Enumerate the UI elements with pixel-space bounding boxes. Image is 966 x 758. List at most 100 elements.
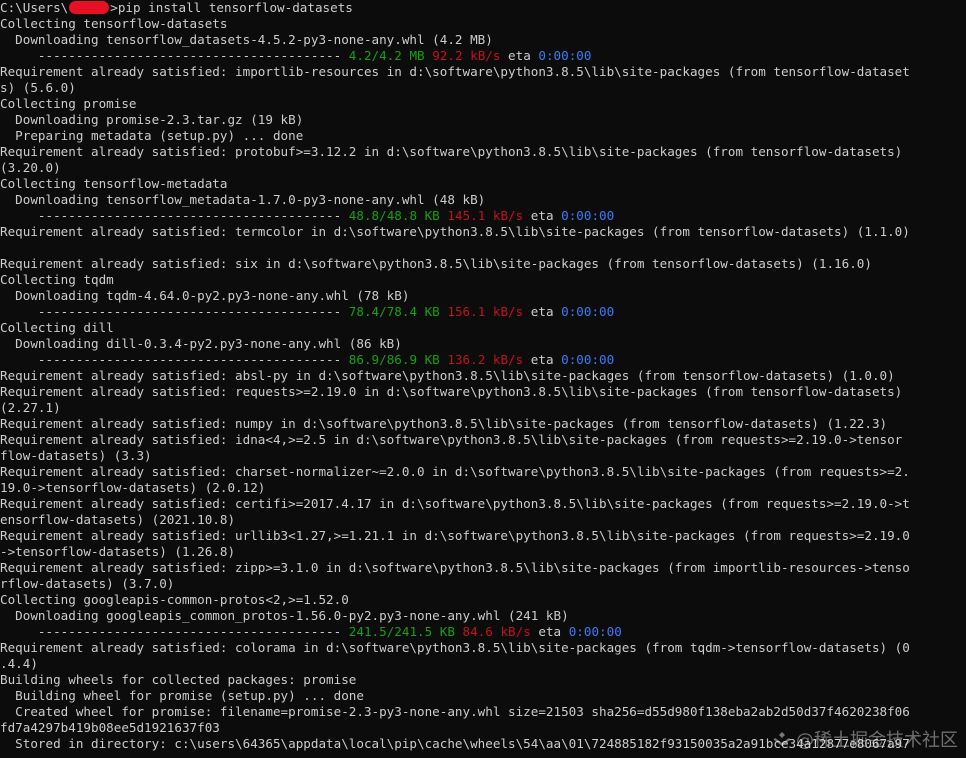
console-text: Collecting promise: [0, 96, 137, 111]
console-text: Collecting tqdm: [0, 272, 114, 287]
console-text-blue: 0:00:00: [561, 208, 615, 223]
console-text: Requirement already satisfied: requests>…: [0, 384, 903, 399]
console-text: ----------------------------------------: [0, 208, 349, 223]
console-text: eta: [530, 624, 569, 639]
terminal-window[interactable]: C:\Users\ >pip install tensorflow-dataset…: [0, 0, 966, 758]
terminal-output: C:\Users\ >pip install tensorflow-dataset…: [0, 0, 966, 752]
console-text: flow-datasets) (3.3): [0, 448, 152, 463]
console-text-red: 145.1 kB/s: [447, 208, 524, 223]
console-line: Requirement already satisfied: charset-n…: [0, 464, 966, 480]
console-text: Requirement already satisfied: certifi>=…: [0, 496, 910, 511]
console-line: Requirement already satisfied: six in d:…: [0, 256, 966, 272]
console-text: Downloading tqdm-4.64.0-py2.py3-none-any…: [0, 288, 410, 303]
console-text: Created wheel for promise: filename=prom…: [0, 704, 910, 719]
console-text: Requirement already satisfied: termcolor…: [0, 224, 910, 239]
console-text: Collecting dill: [0, 320, 114, 335]
console-text: Collecting tensorflow-datasets: [0, 16, 228, 31]
console-text: ----------------------------------------: [0, 352, 349, 367]
console-text: Downloading dill-0.3.4-py2.py3-none-any.…: [0, 336, 402, 351]
console-line: Collecting promise: [0, 96, 966, 112]
console-text: Collecting tensorflow-metadata: [0, 176, 228, 191]
console-line: fd7a4297b419b08ee5d1921637f03: [0, 720, 966, 736]
console-text: Requirement already satisfied: colorama …: [0, 640, 910, 655]
console-line: Requirement already satisfied: absl-py i…: [0, 368, 966, 384]
console-text: Collecting googleapis-common-protos<2,>=…: [0, 592, 349, 607]
console-line: (3.20.0): [0, 160, 966, 176]
console-text: s) (5.6.0): [0, 80, 76, 95]
console-line: Downloading googleapis_common_protos-1.5…: [0, 608, 966, 624]
console-line: ----------------------------------------…: [0, 624, 966, 640]
console-text: eta: [500, 48, 539, 63]
console-text: Requirement already satisfied: protobuf>…: [0, 144, 903, 159]
console-text-blue: 0:00:00: [561, 352, 615, 367]
console-text: eta: [523, 208, 562, 223]
console-line: Requirement already satisfied: colorama …: [0, 640, 966, 656]
console-line: Building wheels for collected packages: …: [0, 672, 966, 688]
console-text-red: 84.6 kB/s: [462, 624, 531, 639]
console-line: Requirement already satisfied: urllib3<1…: [0, 528, 966, 544]
console-text-green: 48.8/48.8 KB: [348, 208, 440, 223]
console-line: Collecting dill: [0, 320, 966, 336]
console-text-red: 92.2 kB/s: [432, 48, 501, 63]
console-text: (3.20.0): [0, 160, 61, 175]
redacted-username: [69, 1, 110, 14]
console-line: Requirement already satisfied: requests>…: [0, 384, 966, 400]
console-line: ----------------------------------------…: [0, 304, 966, 320]
console-line: Requirement already satisfied: numpy in …: [0, 416, 966, 432]
console-text: 19.0->tensorflow-datasets) (2.0.12): [0, 480, 266, 495]
console-text: ----------------------------------------: [0, 304, 349, 319]
console-text: Building wheels for collected packages: …: [0, 672, 357, 687]
console-line: C:\Users\ >pip install tensorflow-dataset…: [0, 0, 966, 16]
console-text: ----------------------------------------: [0, 624, 349, 639]
console-line: Building wheel for promise (setup.py) ..…: [0, 688, 966, 704]
console-text-green: 241.5/241.5 KB: [348, 624, 455, 639]
console-text: Requirement already satisfied: importlib…: [0, 64, 910, 79]
console-text: Building wheel for promise (setup.py) ..…: [0, 688, 364, 703]
console-line: 19.0->tensorflow-datasets) (2.0.12): [0, 480, 966, 496]
console-line: Requirement already satisfied: zipp>=3.1…: [0, 560, 966, 576]
console-line: Downloading dill-0.3.4-py2.py3-none-any.…: [0, 336, 966, 352]
console-line: Collecting googleapis-common-protos<2,>=…: [0, 592, 966, 608]
console-text: Downloading googleapis_common_protos-1.5…: [0, 608, 569, 623]
console-line: Collecting tqdm: [0, 272, 966, 288]
console-text: ensorflow-datasets) (2021.10.8): [0, 512, 236, 527]
console-line: Downloading tensorflow_datasets-4.5.2-py…: [0, 32, 966, 48]
console-line: Created wheel for promise: filename=prom…: [0, 704, 966, 720]
console-line: ensorflow-datasets) (2021.10.8): [0, 512, 966, 528]
console-text: Requirement already satisfied: charset-n…: [0, 464, 910, 479]
console-text-green: 4.2/4.2 MB: [348, 48, 425, 63]
console-text: .4.4): [0, 656, 38, 671]
console-line: Preparing metadata (setup.py) ... done: [0, 128, 966, 144]
console-line: (2.27.1): [0, 400, 966, 416]
console-text: Downloading promise-2.3.tar.gz (19 kB): [0, 112, 304, 127]
console-text: fd7a4297b419b08ee5d1921637f03: [0, 720, 220, 735]
console-line: ----------------------------------------…: [0, 208, 966, 224]
console-line: Collecting tensorflow-datasets: [0, 16, 966, 32]
console-text: eta: [523, 352, 562, 367]
console-text: ->tensorflow-datasets) (1.26.8): [0, 544, 236, 559]
console-line: s) (5.6.0): [0, 80, 966, 96]
console-text: ----------------------------------------: [0, 48, 349, 63]
console-text-blue: 0:00:00: [538, 48, 592, 63]
console-text: Requirement already satisfied: zipp>=3.1…: [0, 560, 910, 575]
console-text: Requirement already satisfied: numpy in …: [0, 416, 888, 431]
console-text: Downloading tensorflow_datasets-4.5.2-py…: [0, 32, 493, 47]
console-text-red: 136.2 kB/s: [447, 352, 524, 367]
console-line: Stored in directory: c:\users\64365\appd…: [0, 736, 966, 752]
console-text: Preparing metadata (setup.py) ... done: [0, 128, 304, 143]
console-text: Requirement already satisfied: idna<4,>=…: [0, 432, 903, 447]
console-text-green: 78.4/78.4 KB: [348, 304, 440, 319]
console-line: Downloading tqdm-4.64.0-py2.py3-none-any…: [0, 288, 966, 304]
console-text: Requirement already satisfied: six in d:…: [0, 256, 872, 271]
console-text: C:\Users\: [0, 0, 69, 15]
console-text: Requirement already satisfied: absl-py i…: [0, 368, 895, 383]
console-line: Requirement already satisfied: protobuf>…: [0, 144, 966, 160]
console-text-red: 156.1 kB/s: [447, 304, 524, 319]
console-line: rflow-datasets) (3.7.0): [0, 576, 966, 592]
console-line: Collecting tensorflow-metadata: [0, 176, 966, 192]
console-line: Requirement already satisfied: certifi>=…: [0, 496, 966, 512]
console-text-blue: 0:00:00: [568, 624, 622, 639]
console-text: >pip install tensorflow-datasets: [110, 0, 353, 15]
console-line: .4.4): [0, 656, 966, 672]
